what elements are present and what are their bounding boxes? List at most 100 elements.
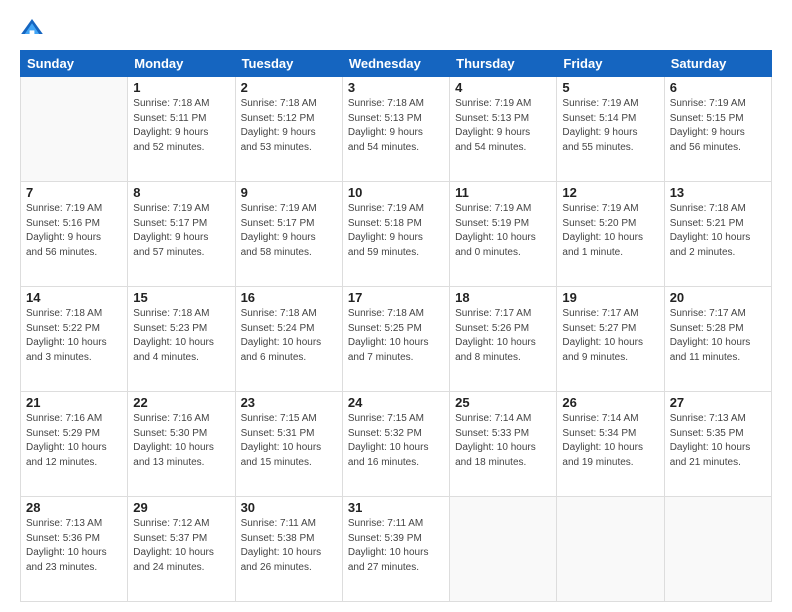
weekday-saturday: Saturday	[664, 51, 771, 77]
weekday-thursday: Thursday	[450, 51, 557, 77]
calendar-cell: 24 Sunrise: 7:15 AMSunset: 5:32 PMDayligh…	[342, 392, 449, 497]
calendar-cell	[664, 497, 771, 602]
calendar-cell: 28Sunrise: 7:13 AMSunset: 5:36 PMDayligh…	[21, 497, 128, 602]
day-info: Sunrise: 7:11 AMSunset: 5:39 PMDaylight:…	[348, 517, 444, 575]
day-info: Sunrise: 7:19 AMSunset: 5:19 PMDaylight:…	[455, 202, 551, 260]
calendar-cell: 14 Sunrise: 7:18 AMSunset: 5:22 PMDayligh…	[21, 287, 128, 392]
calendar-cell: 10Sunrise: 7:19 AMSunset: 5:18 PMDayligh…	[342, 182, 449, 287]
weekday-sunday: Sunday	[21, 51, 128, 77]
day-number: 20	[670, 290, 766, 305]
calendar-cell: 1 Sunrise: 7:18 AMSunset: 5:11 PMDaylight…	[128, 77, 235, 182]
calendar-cell: 9 Sunrise: 7:19 AMSunset: 5:17 PMDaylight…	[235, 182, 342, 287]
calendar-table: SundayMondayTuesdayWednesdayThursdayFrid…	[20, 50, 772, 602]
day-info: Sunrise: 7:19 AMSunset: 5:18 PMDaylight:…	[348, 202, 444, 260]
day-number: 15	[133, 290, 229, 305]
day-info: Sunrise: 7:19 AMSunset: 5:17 PMDaylight:…	[133, 202, 229, 260]
calendar-cell: 20 Sunrise: 7:17 AMSunset: 5:28 PMDayligh…	[664, 287, 771, 392]
day-number: 4	[455, 80, 551, 95]
calendar-cell: 3 Sunrise: 7:18 AMSunset: 5:13 PMDaylight…	[342, 77, 449, 182]
day-number: 3	[348, 80, 444, 95]
calendar-cell: 25 Sunrise: 7:14 AMSunset: 5:33 PMDayligh…	[450, 392, 557, 497]
header	[20, 16, 772, 40]
calendar-cell: 11Sunrise: 7:19 AMSunset: 5:19 PMDayligh…	[450, 182, 557, 287]
day-info: Sunrise: 7:19 AMSunset: 5:20 PMDaylight:…	[562, 202, 658, 260]
day-number: 17	[348, 290, 444, 305]
calendar-cell: 18 Sunrise: 7:17 AMSunset: 5:26 PMDayligh…	[450, 287, 557, 392]
week-row-2: 7 Sunrise: 7:19 AMSunset: 5:16 PMDaylight…	[21, 182, 772, 287]
day-info: Sunrise: 7:18 AMSunset: 5:11 PMDaylight:…	[133, 97, 229, 155]
day-number: 31	[348, 500, 444, 515]
day-number: 12	[562, 185, 658, 200]
weekday-tuesday: Tuesday	[235, 51, 342, 77]
calendar-cell: 4Sunrise: 7:19 AMSunset: 5:13 PMDaylight…	[450, 77, 557, 182]
day-number: 24	[348, 395, 444, 410]
day-info: Sunrise: 7:18 AMSunset: 5:23 PMDaylight:…	[133, 307, 229, 365]
day-number: 7	[26, 185, 122, 200]
week-row-5: 28Sunrise: 7:13 AMSunset: 5:36 PMDayligh…	[21, 497, 772, 602]
week-row-1: 1 Sunrise: 7:18 AMSunset: 5:11 PMDaylight…	[21, 77, 772, 182]
day-number: 22	[133, 395, 229, 410]
day-info: Sunrise: 7:19 AMSunset: 5:17 PMDaylight:…	[241, 202, 337, 260]
day-info: Sunrise: 7:18 AMSunset: 5:13 PMDaylight:…	[348, 97, 444, 155]
day-number: 5	[562, 80, 658, 95]
day-info: Sunrise: 7:17 AMSunset: 5:26 PMDaylight:…	[455, 307, 551, 365]
day-number: 16	[241, 290, 337, 305]
day-info: Sunrise: 7:19 AMSunset: 5:15 PMDaylight:…	[670, 97, 766, 155]
day-number: 6	[670, 80, 766, 95]
calendar-cell: 29 Sunrise: 7:12 AMSunset: 5:37 PMDayligh…	[128, 497, 235, 602]
calendar-cell: 15 Sunrise: 7:18 AMSunset: 5:23 PMDayligh…	[128, 287, 235, 392]
day-info: Sunrise: 7:18 AMSunset: 5:25 PMDaylight:…	[348, 307, 444, 365]
day-number: 27	[670, 395, 766, 410]
day-info: Sunrise: 7:15 AMSunset: 5:31 PMDaylight:…	[241, 412, 337, 470]
week-row-4: 21 Sunrise: 7:16 AMSunset: 5:29 PMDayligh…	[21, 392, 772, 497]
calendar-cell: 5 Sunrise: 7:19 AMSunset: 5:14 PMDaylight…	[557, 77, 664, 182]
day-info: Sunrise: 7:19 AMSunset: 5:16 PMDaylight:…	[26, 202, 122, 260]
day-info: Sunrise: 7:18 AMSunset: 5:24 PMDaylight:…	[241, 307, 337, 365]
calendar-cell: 30Sunrise: 7:11 AMSunset: 5:38 PMDayligh…	[235, 497, 342, 602]
day-number: 14	[26, 290, 122, 305]
calendar-cell: 23 Sunrise: 7:15 AMSunset: 5:31 PMDayligh…	[235, 392, 342, 497]
calendar-cell: 21 Sunrise: 7:16 AMSunset: 5:29 PMDayligh…	[21, 392, 128, 497]
day-info: Sunrise: 7:18 AMSunset: 5:22 PMDaylight:…	[26, 307, 122, 365]
day-number: 19	[562, 290, 658, 305]
calendar-cell: 31 Sunrise: 7:11 AMSunset: 5:39 PMDayligh…	[342, 497, 449, 602]
logo-icon	[20, 16, 44, 40]
calendar-cell	[21, 77, 128, 182]
day-info: Sunrise: 7:16 AMSunset: 5:30 PMDaylight:…	[133, 412, 229, 470]
calendar-cell	[450, 497, 557, 602]
day-info: Sunrise: 7:13 AMSunset: 5:36 PMDaylight:…	[26, 517, 122, 575]
calendar-cell: 16 Sunrise: 7:18 AMSunset: 5:24 PMDayligh…	[235, 287, 342, 392]
calendar-cell: 19 Sunrise: 7:17 AMSunset: 5:27 PMDayligh…	[557, 287, 664, 392]
day-number: 30	[241, 500, 337, 515]
day-info: Sunrise: 7:12 AMSunset: 5:37 PMDaylight:…	[133, 517, 229, 575]
page: SundayMondayTuesdayWednesdayThursdayFrid…	[0, 0, 792, 612]
day-info: Sunrise: 7:17 AMSunset: 5:28 PMDaylight:…	[670, 307, 766, 365]
calendar-cell: 12 Sunrise: 7:19 AMSunset: 5:20 PMDayligh…	[557, 182, 664, 287]
day-info: Sunrise: 7:14 AMSunset: 5:33 PMDaylight:…	[455, 412, 551, 470]
calendar-cell: 27 Sunrise: 7:13 AMSunset: 5:35 PMDayligh…	[664, 392, 771, 497]
calendar-cell: 7 Sunrise: 7:19 AMSunset: 5:16 PMDaylight…	[21, 182, 128, 287]
day-number: 9	[241, 185, 337, 200]
day-number: 29	[133, 500, 229, 515]
day-number: 21	[26, 395, 122, 410]
day-number: 1	[133, 80, 229, 95]
day-number: 23	[241, 395, 337, 410]
day-number: 26	[562, 395, 658, 410]
day-number: 25	[455, 395, 551, 410]
day-number: 18	[455, 290, 551, 305]
day-info: Sunrise: 7:14 AMSunset: 5:34 PMDaylight:…	[562, 412, 658, 470]
calendar-cell: 6 Sunrise: 7:19 AMSunset: 5:15 PMDaylight…	[664, 77, 771, 182]
day-number: 13	[670, 185, 766, 200]
day-info: Sunrise: 7:19 AMSunset: 5:14 PMDaylight:…	[562, 97, 658, 155]
day-info: Sunrise: 7:15 AMSunset: 5:32 PMDaylight:…	[348, 412, 444, 470]
day-info: Sunrise: 7:18 AMSunset: 5:21 PMDaylight:…	[670, 202, 766, 260]
weekday-header-row: SundayMondayTuesdayWednesdayThursdayFrid…	[21, 51, 772, 77]
logo	[20, 16, 48, 40]
day-info: Sunrise: 7:13 AMSunset: 5:35 PMDaylight:…	[670, 412, 766, 470]
week-row-3: 14 Sunrise: 7:18 AMSunset: 5:22 PMDayligh…	[21, 287, 772, 392]
calendar-cell: 22 Sunrise: 7:16 AMSunset: 5:30 PMDayligh…	[128, 392, 235, 497]
calendar-cell: 26 Sunrise: 7:14 AMSunset: 5:34 PMDayligh…	[557, 392, 664, 497]
day-info: Sunrise: 7:17 AMSunset: 5:27 PMDaylight:…	[562, 307, 658, 365]
day-info: Sunrise: 7:16 AMSunset: 5:29 PMDaylight:…	[26, 412, 122, 470]
weekday-wednesday: Wednesday	[342, 51, 449, 77]
